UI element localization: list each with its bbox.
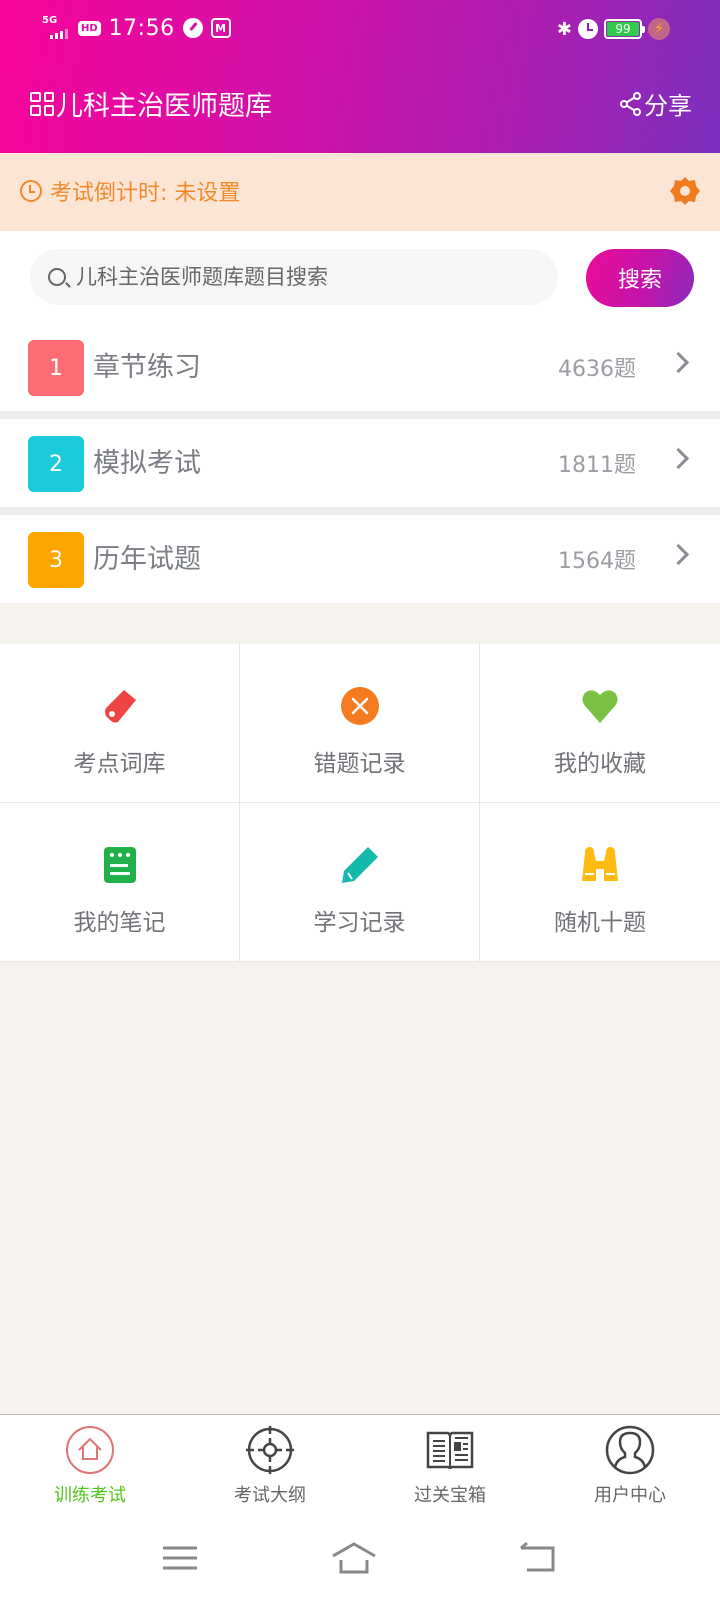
feature-label: 随机十题 (554, 910, 646, 936)
feature-keyword-library[interactable]: 考点词库 (0, 644, 240, 803)
feature-label: 考点词库 (73, 751, 166, 777)
chevron-right-icon (667, 351, 690, 374)
tab-training-exam[interactable]: 训练考试 (0, 1425, 180, 1507)
search-icon (48, 268, 66, 286)
item-label: 历年试题 (93, 544, 201, 575)
battery-icon: 99 (604, 19, 645, 39)
hd-icon: HD (78, 20, 101, 36)
item-label: 模拟考试 (93, 448, 201, 479)
tab-label: 过关宝箱 (414, 1485, 486, 1506)
newspaper-icon (426, 1431, 474, 1470)
gear-icon[interactable] (668, 174, 702, 208)
system-nav-bar (0, 1520, 720, 1600)
target-icon (246, 1426, 294, 1474)
countdown-text-wrap[interactable]: 考试倒计时: 未设置 (20, 175, 240, 207)
item-count: 1564题 (558, 549, 636, 574)
tag-icon (104, 690, 136, 723)
clock-icon (20, 180, 42, 202)
back-icon[interactable] (513, 1538, 563, 1578)
chevron-right-icon (667, 447, 690, 470)
item-number-badge: 1 (28, 340, 84, 396)
tab-label: 用户中心 (594, 1485, 666, 1506)
divider (0, 411, 720, 419)
share-button[interactable]: 分享 (620, 86, 692, 121)
status-bar: 5G HD 17:56 M ✱ 99 ⚡ (0, 0, 720, 58)
feature-random-ten[interactable]: 随机十题 (480, 803, 720, 962)
alarm-icon (578, 19, 598, 39)
share-icon (620, 91, 641, 116)
item-count: 1811题 (558, 453, 636, 478)
wrong-x-icon (340, 687, 379, 725)
app-grid-icon (30, 91, 54, 116)
user-icon (605, 1425, 655, 1475)
feature-study-records[interactable]: 学习记录 (240, 803, 480, 962)
speedometer-icon (182, 18, 203, 38)
feature-label: 我的收藏 (554, 751, 646, 777)
mango-tv-icon: M (210, 18, 231, 38)
share-label: 分享 (644, 92, 692, 120)
battery-level: 99 (607, 22, 639, 36)
list-item-past-papers[interactable]: 3 历年试题 1564题 (0, 515, 720, 603)
tab-label: 训练考试 (54, 1485, 126, 1506)
item-number-badge: 3 (28, 532, 84, 588)
home-nav-icon[interactable] (329, 1538, 379, 1578)
list-item-chapter-practice[interactable]: 1 章节练习 4636题 (0, 323, 720, 411)
item-count: 4636题 (558, 357, 636, 382)
feature-wrong-records[interactable]: 错题记录 (240, 644, 480, 803)
search-row: 搜索 (0, 231, 720, 323)
chevron-right-icon (667, 543, 690, 566)
tab-user-center[interactable]: 用户中心 (540, 1425, 720, 1507)
tab-label: 考试大纲 (234, 1485, 306, 1506)
page-title: 儿科主治医师题库 (56, 91, 272, 122)
binoculars-icon (582, 847, 618, 881)
bluetooth-icon: ✱ (556, 18, 572, 40)
feature-label: 学习记录 (313, 910, 406, 936)
tab-treasure-box[interactable]: 过关宝箱 (360, 1425, 540, 1507)
pencil-icon (341, 847, 378, 883)
search-button[interactable]: 搜索 (586, 249, 694, 307)
search-box[interactable] (30, 249, 558, 305)
bottom-tab-bar: 训练考试 考试大纲 过关宝箱 用户中心 (0, 1414, 720, 1520)
countdown-text: 考试倒计时: 未设置 (50, 181, 241, 206)
item-label: 章节练习 (93, 352, 201, 383)
network-type: 5G (42, 15, 58, 26)
feature-grid: 考点词库 错题记录 我的收藏 我的笔记 学习记录 随机十题 (0, 644, 720, 962)
divider (0, 507, 720, 515)
menu-icon[interactable] (155, 1538, 205, 1578)
heart-icon (582, 690, 618, 723)
home-icon (66, 1426, 114, 1474)
feature-label: 错题记录 (313, 751, 406, 777)
app-title[interactable]: 儿科主治医师题库 (30, 84, 272, 123)
item-number-badge: 2 (28, 436, 84, 492)
feature-my-notes[interactable]: 我的笔记 (0, 803, 240, 962)
charging-icon: ⚡ (648, 18, 670, 40)
signal-icon: 5G (42, 15, 70, 41)
exam-countdown-bar: 考试倒计时: 未设置 (0, 153, 720, 231)
feature-label: 我的笔记 (73, 910, 166, 936)
list-item-mock-exam[interactable]: 2 模拟考试 1811题 (0, 419, 720, 507)
search-input[interactable] (76, 265, 536, 289)
tab-exam-outline[interactable]: 考试大纲 (180, 1425, 360, 1507)
notebook-icon (103, 847, 136, 883)
status-time: 17:56 (108, 15, 175, 41)
app-bar: 儿科主治医师题库 分享 (0, 68, 720, 138)
feature-favorites[interactable]: 我的收藏 (480, 644, 720, 803)
